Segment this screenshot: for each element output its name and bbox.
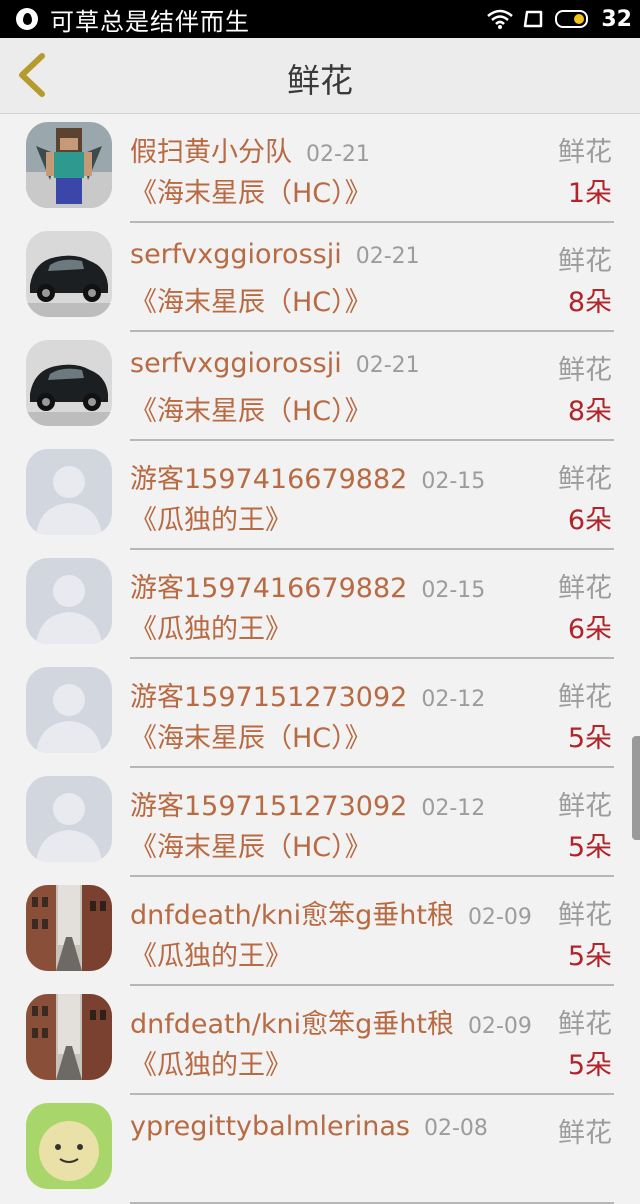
date-text: 02-09	[467, 905, 532, 930]
book-title[interactable]: 《海末星辰（HC）》	[130, 716, 372, 755]
list-item[interactable]: 假扫黄小分队 02-21 《海末星辰（HC）》 鲜花 1朵	[0, 114, 640, 223]
gift-count: 1朵	[567, 178, 612, 209]
date-text: 02-15	[421, 578, 486, 603]
avatar[interactable]	[26, 558, 112, 644]
status-indicators: 32	[487, 7, 632, 32]
avatar[interactable]	[26, 994, 112, 1080]
user-name-text: serfvxggiorossji	[130, 239, 342, 270]
list-item[interactable]: dnfdeath/kni愈笨g垂ht稂 02-09 《瓜独的王》 鲜花 5朵	[0, 877, 640, 986]
app-notification-icon	[16, 8, 38, 30]
battery-icon	[555, 10, 589, 28]
gift-type: 鲜花	[558, 900, 612, 931]
header: 鲜花	[0, 38, 640, 114]
user-name: serfvxggiorossji 02-21	[130, 239, 420, 270]
user-name-text: 游客1597151273092	[130, 682, 408, 713]
book-title[interactable]: 《瓜独的王》	[130, 498, 292, 537]
user-name: dnfdeath/kni愈笨g垂ht稂 02-09	[130, 893, 532, 932]
user-name: 游客1597416679882 02-15	[130, 457, 485, 496]
list-item[interactable]: 游客1597151273092 02-12 《海末星辰（HC）》 鲜花 5朵	[0, 768, 640, 877]
gift-count: 6朵	[567, 614, 612, 645]
avatar[interactable]	[26, 1103, 112, 1189]
gift-type: 鲜花	[558, 1118, 612, 1149]
user-name: 游客1597151273092 02-12	[130, 784, 485, 823]
avatar[interactable]	[26, 885, 112, 971]
date-text: 02-15	[421, 469, 486, 494]
user-name-text: 游客1597416679882	[130, 573, 408, 604]
gift-type: 鲜花	[558, 137, 612, 168]
book-title[interactable]: 《海末星辰（HC）》	[130, 171, 372, 210]
list-item[interactable]: serfvxggiorossji 02-21 《海末星辰（HC）》 鲜花 8朵	[0, 332, 640, 441]
avatar[interactable]	[26, 667, 112, 753]
user-name: 游客1597416679882 02-15	[130, 566, 485, 605]
user-name: 游客1597151273092 02-12	[130, 675, 485, 714]
date-text: 02-21	[355, 244, 420, 269]
book-title[interactable]: 《海末星辰（HC）》	[130, 389, 372, 428]
user-name-text: serfvxggiorossji	[130, 348, 342, 379]
user-name-text: ypregittybalmlerinas	[130, 1111, 410, 1142]
gift-count: 5朵	[567, 832, 612, 863]
user-name-text: 假扫黄小分队	[130, 137, 292, 168]
avatar[interactable]	[26, 122, 112, 208]
book-title[interactable]: 《瓜独的王》	[130, 934, 292, 973]
list-item[interactable]: ypregittybalmlerinas 02-08 鲜花	[0, 1095, 640, 1204]
page-title: 鲜花	[287, 61, 353, 100]
gift-count: 5朵	[567, 941, 612, 972]
list-item[interactable]: serfvxggiorossji 02-21 《海末星辰（HC）》 鲜花 8朵	[0, 223, 640, 332]
book-title[interactable]: 《海末星辰（HC）》	[130, 825, 372, 864]
avatar[interactable]	[26, 449, 112, 535]
user-name-text: dnfdeath/kni愈笨g垂ht稂	[130, 1009, 454, 1040]
status-bar: 可草总是结伴而生 32	[0, 0, 640, 38]
avatar[interactable]	[26, 340, 112, 426]
screen-icon	[524, 10, 543, 28]
date-text: 02-12	[421, 796, 486, 821]
gift-count: 8朵	[567, 287, 612, 318]
status-title: 可草总是结伴而生	[50, 7, 250, 36]
list-item[interactable]: dnfdeath/kni愈笨g垂ht稂 02-09 《瓜独的王》 鲜花 5朵	[0, 986, 640, 1095]
user-name-text: 游客1597151273092	[130, 791, 408, 822]
book-title[interactable]: 《瓜独的王》	[130, 1043, 292, 1082]
user-name: serfvxggiorossji 02-21	[130, 348, 420, 379]
avatar[interactable]	[26, 776, 112, 862]
book-title[interactable]: 《海末星辰（HC）》	[130, 280, 372, 319]
user-name-text: 游客1597416679882	[130, 464, 408, 495]
user-name: dnfdeath/kni愈笨g垂ht稂 02-09	[130, 1002, 532, 1041]
gift-count: 6朵	[567, 505, 612, 536]
status-time: 32	[601, 6, 632, 32]
list-item[interactable]: 游客1597151273092 02-12 《海末星辰（HC）》 鲜花 5朵	[0, 659, 640, 768]
date-text: 02-09	[467, 1014, 532, 1039]
gift-type: 鲜花	[558, 464, 612, 495]
book-title[interactable]: 《瓜独的王》	[130, 607, 292, 646]
gift-type: 鲜花	[558, 246, 612, 277]
date-text: 02-21	[355, 353, 420, 378]
gift-type: 鲜花	[558, 682, 612, 713]
gift-type: 鲜花	[558, 1009, 612, 1040]
list-item[interactable]: 游客1597416679882 02-15 《瓜独的王》 鲜花 6朵	[0, 550, 640, 659]
user-name: ypregittybalmlerinas 02-08	[130, 1111, 488, 1142]
gift-count: 5朵	[567, 1050, 612, 1081]
list-item[interactable]: 游客1597416679882 02-15 《瓜独的王》 鲜花 6朵	[0, 441, 640, 550]
date-text: 02-08	[423, 1116, 488, 1141]
wifi-icon	[487, 9, 514, 29]
scrollbar[interactable]	[632, 736, 640, 840]
date-text: 02-21	[306, 142, 370, 167]
user-name-text: dnfdeath/kni愈笨g垂ht稂	[130, 900, 454, 931]
gift-count: 5朵	[567, 723, 612, 754]
gift-type: 鲜花	[558, 573, 612, 604]
gift-count: 8朵	[567, 396, 612, 427]
date-text: 02-12	[421, 687, 486, 712]
user-name: 假扫黄小分队 02-21	[130, 130, 370, 169]
gift-type: 鲜花	[558, 355, 612, 386]
avatar[interactable]	[26, 231, 112, 317]
gift-type: 鲜花	[558, 791, 612, 822]
flower-list: 假扫黄小分队 02-21 《海末星辰（HC）》 鲜花 1朵 serfvxggiorossj…	[0, 114, 640, 1204]
